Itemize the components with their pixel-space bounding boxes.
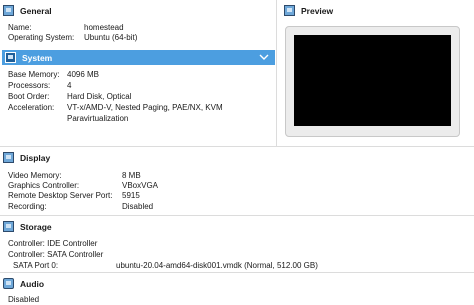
row-value: Ubuntu (64-bit) <box>84 33 138 42</box>
row-label: Video Memory: <box>8 171 62 180</box>
row-label: Name: <box>8 23 32 32</box>
general-header[interactable]: General <box>0 3 275 18</box>
disk-icon <box>3 221 14 232</box>
row-value: Disabled <box>122 202 154 211</box>
speaker-icon <box>3 278 14 289</box>
storage-header[interactable]: Storage <box>0 219 474 234</box>
storage-title: Storage <box>20 221 52 232</box>
row-label: Base Memory: <box>8 70 60 79</box>
preview-frame <box>285 26 460 137</box>
storage-section: Storage Controller: IDE Controller Contr… <box>0 216 474 272</box>
row-value: VT-x/AMD-V, Nested Paging, PAE/NX, KVM <box>67 103 223 112</box>
monitor-icon <box>3 5 14 16</box>
audio-section: Audio Disabled <box>0 273 474 304</box>
row-label: Controller: SATA Controller <box>8 250 104 259</box>
general-section: General Name: homestead Operating System… <box>0 0 275 48</box>
monitor-icon <box>284 5 295 16</box>
row-label: Boot Order: <box>8 92 50 101</box>
preview-header[interactable]: Preview <box>277 3 474 18</box>
row-label: Recording: <box>8 202 47 211</box>
system-section: System Base Memory: 4096 MB Processors: … <box>0 48 275 146</box>
row-value: homestead <box>84 23 124 32</box>
system-title: System <box>22 52 53 63</box>
row-label: Controller: IDE Controller <box>8 239 98 248</box>
display-header[interactable]: Display <box>0 150 474 165</box>
row-value: 8 MB <box>122 171 141 180</box>
row-value: 4 <box>67 81 72 90</box>
audio-header[interactable]: Audio <box>0 276 474 291</box>
display-section: Display Video Memory: 8 MB Graphics Cont… <box>0 147 474 215</box>
row-label: Graphics Controller: <box>8 181 80 190</box>
display-title: Display <box>20 152 51 163</box>
row-value: 4096 MB <box>67 70 100 79</box>
row-label: Processors: <box>8 81 51 90</box>
audio-title: Audio <box>20 278 45 289</box>
row-value: VBoxVGA <box>122 181 159 190</box>
preview-title: Preview <box>301 5 334 16</box>
display-icon <box>3 152 14 163</box>
chevron-down-icon[interactable] <box>259 53 269 61</box>
row-value: Paravirtualization <box>67 114 129 123</box>
row-value: 5915 <box>122 191 140 200</box>
system-header[interactable]: System <box>2 50 275 65</box>
chip-icon <box>5 52 16 63</box>
row-label: Remote Desktop Server Port: <box>8 191 113 200</box>
general-title: General <box>20 5 52 16</box>
row-label: Operating System: <box>8 33 75 42</box>
row-label: Acceleration: <box>8 103 55 112</box>
row-value: ubuntu-20.04-amd64-disk001.vmdk (Normal,… <box>116 261 318 270</box>
preview-screen <box>294 35 451 126</box>
row-label: SATA Port 0: <box>13 261 59 270</box>
row-value: Hard Disk, Optical <box>67 92 132 101</box>
